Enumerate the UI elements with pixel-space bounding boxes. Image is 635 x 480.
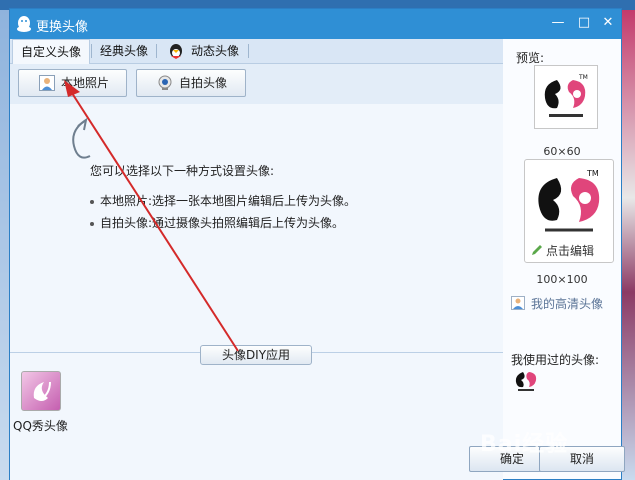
tab-divider (248, 44, 249, 58)
used-avatars-label: 我使用过的头像: (511, 353, 600, 367)
user-photo-icon (39, 75, 55, 91)
avatar-source-toolbar: 本地照片 自拍头像 (10, 64, 503, 104)
custom-avatar-panel: 本地照片 自拍头像 您可以选择以下一种方式设置头像: 本地照片:选择一张本地图片… (10, 64, 503, 352)
preview-panel: 预览: TM 60×60 TM 点击编辑 100×100 我的高清头像 我使用过… (503, 39, 621, 479)
instruction-item: 本地照片:选择一张本地图片编辑后上传为头像。 (90, 192, 356, 209)
preview-label: 预览: (516, 51, 545, 65)
dialog-title: 更换头像 (36, 20, 89, 35)
change-avatar-dialog: 更换头像 — □ ✕ 自定义头像 经典头像 动态头像 本地照片 自拍头像 您可以… (9, 8, 625, 480)
title-bar[interactable]: 更换头像 — □ ✕ (10, 9, 621, 39)
qq-show-label: QQ秀头像 (13, 419, 68, 433)
animated-penguin-icon (170, 44, 182, 59)
avatar-tab-bar: 自定义头像 经典头像 动态头像 (10, 39, 503, 65)
baidu-watermark: Bai经验 (480, 432, 569, 457)
preview-small-size: 60×60 (543, 145, 581, 158)
user-icon (511, 296, 525, 310)
local-photo-button[interactable]: 本地照片 (18, 69, 127, 97)
instruction-heading: 您可以选择以下一种方式设置头像: (90, 164, 275, 178)
preview-large-size: 100×100 (536, 273, 588, 286)
tab-divider (156, 44, 157, 58)
qq-penguin-icon (17, 16, 31, 32)
avatar-logo-large: TM (538, 169, 600, 232)
avatar-diy-button[interactable]: 头像DIY应用 (200, 345, 312, 365)
qq-show-panel (10, 352, 503, 480)
preview-avatar-large[interactable]: TM 点击编辑 (524, 159, 614, 263)
background-right-window (622, 10, 635, 480)
svg-text:TM: TM (578, 74, 588, 81)
hd-avatar-link[interactable]: 我的高清头像 (511, 295, 603, 312)
svg-text:TM: TM (586, 169, 599, 178)
webcam-icon (158, 75, 172, 90)
minimize-button[interactable]: — (550, 15, 566, 31)
tab-custom-avatar[interactable]: 自定义头像 (12, 39, 91, 65)
pencil-icon (532, 245, 542, 255)
preview-avatar-small: TM (534, 65, 598, 129)
tab-animated-avatar[interactable]: 动态头像 (183, 39, 247, 63)
edit-avatar-label: 点击编辑 (546, 244, 595, 258)
maximize-button[interactable]: □ (576, 15, 592, 31)
close-button[interactable]: ✕ (600, 15, 616, 31)
curved-arrow-icon (72, 117, 91, 159)
avatar-logo-small: TM (544, 74, 588, 117)
qq-show-avatar-tile[interactable] (21, 371, 61, 411)
tab-classic-avatar[interactable]: 经典头像 (92, 39, 156, 63)
selfie-button[interactable]: 自拍头像 (136, 69, 246, 97)
avatar-logo-thumbnail (515, 372, 537, 391)
qq-show-logo-icon (33, 381, 51, 401)
instruction-item: 自拍头像:通过摄像头拍照编辑后上传为头像。 (90, 214, 344, 231)
used-avatar-thumbnail[interactable] (513, 369, 539, 393)
